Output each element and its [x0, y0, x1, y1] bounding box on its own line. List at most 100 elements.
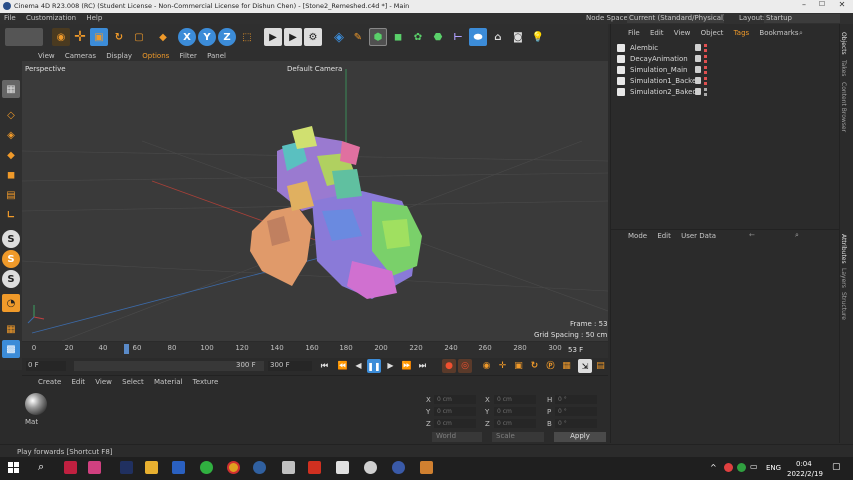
viewport-menu-filter[interactable]: Filter: [180, 52, 197, 60]
menu-customization[interactable]: Customization: [26, 14, 76, 22]
object-row-simulation1-backed[interactable]: Simulation1_Backed: [613, 76, 837, 86]
attribute-search-icon[interactable]: ⌕: [795, 231, 799, 240]
visibility-toggle-icon[interactable]: [695, 77, 701, 84]
input-language[interactable]: ENG: [766, 464, 781, 472]
tab-objects[interactable]: Objects: [840, 32, 847, 55]
edge-mode-icon[interactable]: ◈: [2, 126, 20, 144]
enabled-toggle-icon[interactable]: [704, 44, 707, 47]
render-settings-icon[interactable]: ⚙: [304, 28, 322, 46]
start-frame-field[interactable]: 0 F: [26, 361, 66, 371]
render-picture-viewer-icon[interactable]: ▶: [284, 28, 302, 46]
enabled-toggle-icon[interactable]: [704, 55, 707, 58]
coord-pos-y-field[interactable]: 0 cm: [434, 407, 476, 416]
scale-tool-icon[interactable]: ▣: [90, 28, 108, 46]
point-mode-icon[interactable]: ◆: [2, 146, 20, 164]
coord-apply-button[interactable]: Apply: [554, 432, 606, 442]
app-icon-3[interactable]: [120, 461, 133, 474]
minimize-button[interactable]: –: [795, 0, 813, 13]
end-frame-field-a[interactable]: 300 F: [236, 361, 256, 369]
dope-sheet-icon[interactable]: ▤: [594, 359, 607, 372]
viewport-menu-options[interactable]: Options: [142, 52, 169, 60]
tab-takes[interactable]: Takes: [840, 60, 847, 76]
position-key-icon[interactable]: ✛: [496, 359, 509, 372]
render-view-icon[interactable]: ▶: [264, 28, 282, 46]
viewport-menu-display[interactable]: Display: [106, 52, 132, 60]
quantize-icon[interactable]: S: [2, 270, 20, 288]
attribute-menu-edit[interactable]: Edit: [657, 232, 671, 240]
coord-size-x-field[interactable]: 0 cm: [494, 395, 536, 404]
field-icon[interactable]: ⬬: [469, 28, 487, 46]
coordinate-system-icon[interactable]: ⬚: [238, 28, 256, 46]
light-icon[interactable]: 💡: [529, 28, 547, 46]
previous-key-icon[interactable]: ⏪: [336, 359, 349, 372]
cursor-tool-icon[interactable]: ◉: [52, 28, 70, 46]
material-menu-view[interactable]: View: [95, 378, 112, 386]
material-menu-texture[interactable]: Texture: [193, 378, 219, 386]
object-row-simulation-main[interactable]: Simulation_Main: [613, 65, 837, 75]
material-menu-select[interactable]: Select: [122, 378, 144, 386]
material-menu-edit[interactable]: Edit: [72, 378, 86, 386]
polygon-mode-icon[interactable]: ◇: [2, 106, 20, 124]
viewport-menu-cameras[interactable]: Cameras: [65, 52, 96, 60]
next-frame-icon[interactable]: ▶: [384, 359, 397, 372]
parameter-key-icon[interactable]: Ⓟ: [544, 359, 557, 372]
enabled-toggle-icon[interactable]: [704, 77, 707, 80]
move-tool-icon[interactable]: ✛: [71, 28, 89, 46]
keyframe-selection-icon[interactable]: ◉: [480, 359, 493, 372]
coord-rot-p-field[interactable]: 0 °: [555, 407, 597, 416]
x-axis-lock-icon[interactable]: X: [178, 28, 196, 46]
enabled-toggle-icon[interactable]: [704, 88, 707, 91]
make-editable-icon[interactable]: ▦: [2, 80, 20, 98]
node-space-select[interactable]: Current (Standard/Physical): [627, 14, 724, 23]
coord-mode-scale-select[interactable]: Scale: [492, 432, 544, 442]
viewport-menu-panel[interactable]: Panel: [207, 52, 226, 60]
point-level-icon[interactable]: ▦: [560, 359, 573, 372]
snap-settings-icon[interactable]: S: [2, 250, 20, 268]
attribute-menu-user-data[interactable]: User Data: [681, 232, 716, 240]
mograph-icon[interactable]: ✿: [409, 28, 427, 46]
rotate-tool-icon[interactable]: ↻: [110, 28, 128, 46]
attribute-menu-mode[interactable]: Mode: [628, 232, 647, 240]
visibility-toggle-icon[interactable]: [695, 44, 701, 51]
app-icon-14[interactable]: [420, 461, 433, 474]
object-row-alembic[interactable]: Alembic: [613, 43, 837, 53]
clock-time[interactable]: 0:04: [796, 460, 812, 468]
object-menu-object[interactable]: Object: [701, 29, 724, 37]
timeline-icon[interactable]: ⇲: [578, 359, 592, 373]
network-icon[interactable]: ▭: [750, 462, 758, 471]
coord-size-y-field[interactable]: 0 cm: [494, 407, 536, 416]
texture-mode-icon[interactable]: ◼: [2, 166, 20, 184]
render-toggle-icon[interactable]: [704, 93, 707, 96]
undo-redo-button[interactable]: [5, 28, 43, 46]
search-icon[interactable]: ⌕: [38, 460, 44, 474]
visibility-toggle-icon[interactable]: [695, 88, 701, 95]
workplane-icon[interactable]: ▤: [2, 186, 20, 204]
close-button[interactable]: ✕: [832, 0, 852, 13]
rotation-key-icon[interactable]: ↻: [528, 359, 541, 372]
material-menu-create[interactable]: Create: [38, 378, 61, 386]
extrude-icon[interactable]: ◼: [389, 28, 407, 46]
scene-icon[interactable]: ⌂: [489, 28, 507, 46]
viewport-menu-view[interactable]: View: [38, 52, 55, 60]
file-explorer-icon[interactable]: [145, 461, 158, 474]
menu-help[interactable]: Help: [86, 14, 102, 22]
coord-size-z-field[interactable]: 0 cm: [494, 419, 536, 428]
tab-structure[interactable]: Structure: [840, 292, 847, 320]
tab-layers[interactable]: Layers: [840, 268, 847, 288]
object-search-icon[interactable]: ⌕: [799, 29, 803, 38]
pen-icon[interactable]: ✎: [349, 28, 367, 46]
timeline-playhead[interactable]: [124, 344, 129, 354]
word-icon[interactable]: [172, 461, 185, 474]
visibility-toggle-icon[interactable]: [695, 55, 701, 62]
tray-app-icon-2[interactable]: [737, 463, 746, 472]
axis-mode-icon[interactable]: ∟: [2, 206, 20, 224]
object-menu-edit[interactable]: Edit: [650, 29, 664, 37]
tray-app-icon[interactable]: [724, 463, 733, 472]
render-toggle-icon[interactable]: [704, 82, 707, 85]
play-forwards-button[interactable]: ❚❚: [367, 359, 381, 373]
next-key-icon[interactable]: ⏩: [400, 359, 413, 372]
menu-file[interactable]: File: [4, 14, 16, 22]
tab-content-browser[interactable]: Content Browser: [840, 82, 847, 132]
cube-icon[interactable]: ◈: [330, 28, 348, 46]
viewport-camera-label[interactable]: Default Camera: [287, 65, 342, 73]
